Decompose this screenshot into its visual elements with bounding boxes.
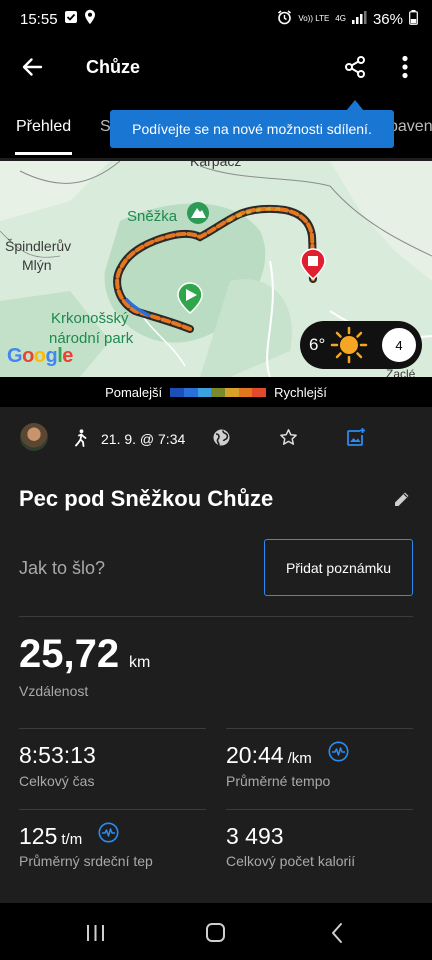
feeling-prompt: Jak to šlo?	[19, 558, 106, 578]
star-icon[interactable]	[279, 428, 298, 447]
avg-pace: 20:44/km	[226, 742, 312, 769]
check-notification-icon	[64, 10, 78, 28]
system-nav-bar	[0, 903, 432, 960]
heart-rate-chart-icon[interactable]	[98, 822, 119, 843]
add-note-button[interactable]: Přidat poznámku	[264, 539, 413, 596]
back-button[interactable]	[0, 38, 64, 96]
map-label-mlyn: Mlýn	[22, 257, 52, 273]
peak-marker[interactable]	[187, 202, 209, 224]
divider	[226, 809, 413, 810]
legend-faster: Rychlejší	[274, 384, 327, 400]
avg-pace-label: Průměrné tempo	[226, 773, 331, 789]
distance-value: 25,72	[19, 632, 120, 676]
app-bar: Chůze	[0, 38, 432, 96]
globe-icon[interactable]	[212, 428, 231, 447]
battery-icon	[409, 9, 418, 29]
alarm-icon	[277, 9, 292, 29]
distance-unit: km	[129, 654, 151, 671]
arrow-back-icon	[22, 58, 43, 76]
avg-hr-value: 125	[19, 823, 58, 849]
more-vert-icon	[402, 55, 408, 79]
sun-icon	[331, 326, 368, 364]
walking-icon	[75, 429, 87, 447]
battery-percent: 36%	[372, 10, 403, 28]
calories-value: 3 493	[226, 823, 284, 849]
legend-slower: Pomalejší	[105, 384, 163, 400]
clock: 15:55	[20, 10, 58, 28]
divider	[19, 809, 206, 810]
activity-date: 21. 9. @ 7:34	[101, 431, 186, 447]
total-time-value: 8:53:13	[19, 742, 96, 768]
map-label-spindleruv: Špindlerův	[5, 238, 72, 254]
page-title: Chůze	[86, 56, 140, 77]
total-time-label: Celkový čas	[19, 773, 95, 789]
status-bar: 15:55 Vo)) LTE 4G 36%	[0, 0, 432, 38]
avatar[interactable]	[20, 423, 48, 451]
divider	[19, 728, 206, 729]
add-photo-icon[interactable]	[346, 427, 366, 447]
google-logo: Google	[7, 345, 73, 367]
activity-name: Pec pod Sněžkou Chůze	[19, 486, 274, 511]
tab-overview[interactable]: Přehled	[16, 118, 71, 136]
share-button[interactable]	[334, 46, 376, 88]
divider	[19, 616, 413, 617]
avg-hr: 125 t/m	[19, 823, 82, 850]
avg-pace-unit: /km	[287, 750, 312, 767]
activity-meta: 21. 9. @ 7:34	[0, 420, 432, 458]
pulse-chart-icon[interactable]	[328, 741, 349, 762]
share-tooltip[interactable]: Podívejte se na nové možnosti sdílení.	[110, 110, 394, 148]
tab-equipment[interactable]: paven	[389, 118, 432, 136]
edit-icon[interactable]	[393, 490, 411, 508]
location-icon	[84, 9, 96, 29]
tab-indicator	[15, 152, 72, 155]
temperature: 6°	[309, 335, 326, 354]
nav-back-button[interactable]	[330, 922, 344, 944]
distance-label: Vzdálenost	[19, 683, 89, 699]
network-type: 4G	[335, 14, 346, 23]
more-options-button[interactable]	[386, 46, 424, 88]
avg-hr-label: Průměrný srdeční tep	[19, 853, 153, 869]
divider	[226, 728, 413, 729]
avg-hr-unit: t/m	[61, 831, 83, 848]
wind-indicator: 4	[380, 326, 418, 364]
route-map[interactable]: Karpacz Sněžka Špindlerův Mlýn Krkonošsk…	[0, 161, 432, 377]
wind-speed: 4	[395, 337, 403, 353]
weather-widget[interactable]: 6° 4	[300, 321, 422, 369]
share-icon	[345, 56, 365, 78]
map-label-snezka: Sněžka	[127, 208, 178, 225]
map-label-karpacz: Karpacz	[190, 161, 242, 169]
recent-apps-button[interactable]	[86, 924, 105, 942]
signal-icon	[351, 10, 367, 28]
speed-legend: Pomalejší Rychlejší	[0, 377, 432, 407]
map-label-park: Krkonošský	[51, 310, 129, 327]
home-button[interactable]	[206, 923, 225, 942]
calories-label: Celkový počet kalorií	[226, 853, 356, 869]
volte-indicator: Vo)) LTE	[298, 14, 330, 23]
avg-pace-value: 20:44	[226, 742, 284, 768]
speed-gradient	[170, 387, 267, 397]
